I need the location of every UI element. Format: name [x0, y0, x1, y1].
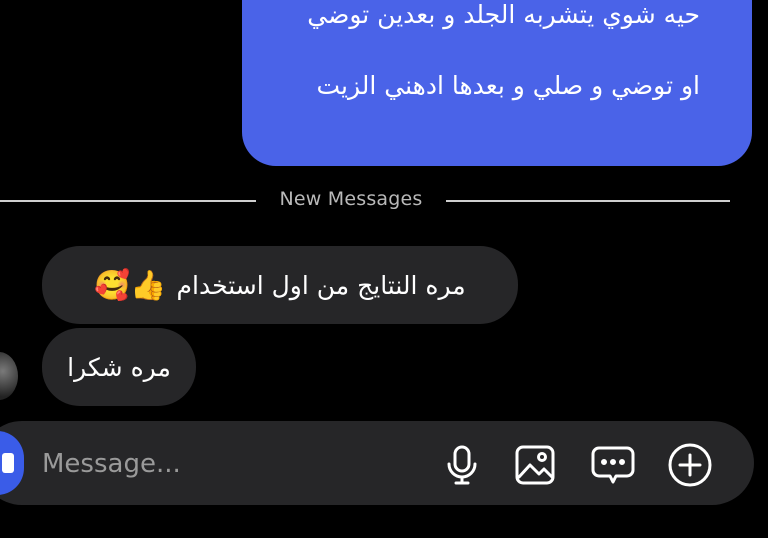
- microphone-button[interactable]: [438, 441, 486, 489]
- new-messages-divider: New Messages: [0, 188, 768, 214]
- received-message-bubble[interactable]: مره النتايج من اول استخدام 👍🥰: [42, 246, 518, 324]
- divider-line-left: [0, 200, 256, 202]
- camera-icon: [2, 453, 14, 473]
- avatar[interactable]: [0, 352, 18, 400]
- plus-icon: [668, 443, 712, 487]
- sent-message-line-1: حيه شوي يتشربه الجلد و بعدين توضي: [307, 0, 700, 29]
- received-message-text: مره النتايج من اول استخدام: [176, 270, 466, 300]
- microphone-icon: [447, 445, 477, 485]
- new-messages-label: New Messages: [279, 188, 423, 210]
- emoji-reaction: 👍🥰: [94, 267, 167, 302]
- divider-line-right: [446, 200, 730, 202]
- gallery-button[interactable]: [511, 441, 559, 489]
- sticker-icon: [591, 446, 635, 484]
- received-message-bubble[interactable]: مره شكرا: [42, 328, 196, 406]
- sent-message-line-2: او توضي و صلي و بعدها ادهني الزيت: [316, 71, 700, 100]
- received-message-text: مره شكرا: [67, 352, 171, 382]
- sent-message-bubble[interactable]: حيه شوي يتشربه الجلد و بعدين توضي او توض…: [242, 0, 752, 166]
- gallery-icon: [515, 445, 555, 485]
- sticker-button[interactable]: [589, 441, 637, 489]
- add-button[interactable]: [666, 441, 714, 489]
- message-input[interactable]: [42, 442, 402, 486]
